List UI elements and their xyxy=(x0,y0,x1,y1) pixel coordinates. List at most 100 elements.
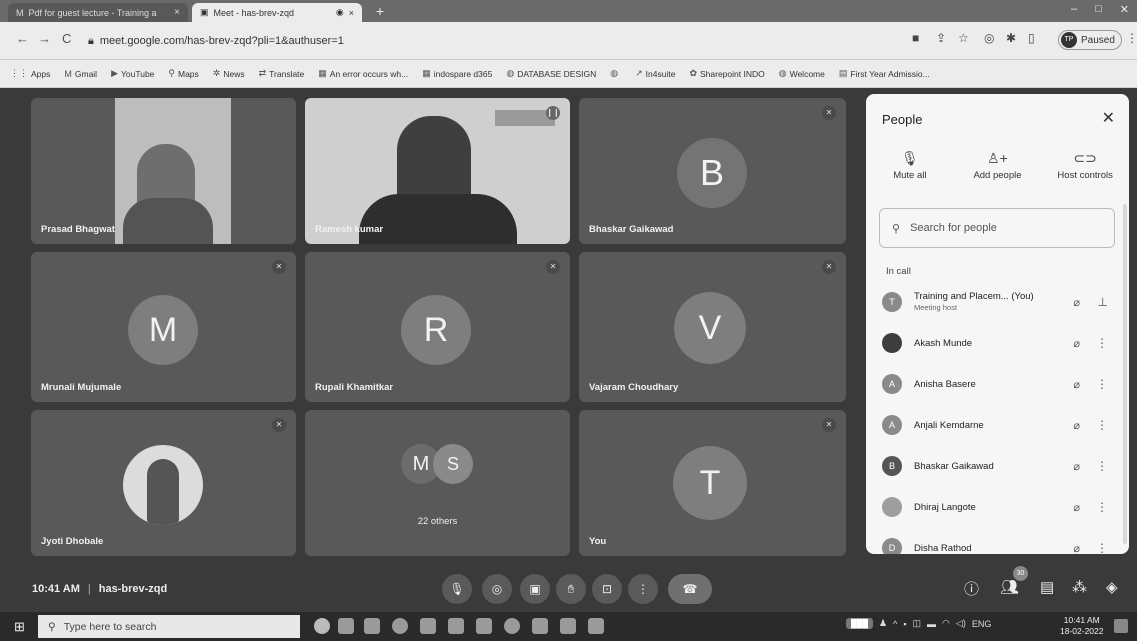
self-tile[interactable]: T ✕ You xyxy=(579,410,846,556)
participant-row[interactable]: B Bhaskar Gaikawad ⌀ ⋮ xyxy=(882,448,1114,484)
volume-icon[interactable]: ◁) xyxy=(956,618,966,629)
tray-pill[interactable]: ███ xyxy=(846,618,874,629)
onedrive-icon[interactable]: ◫ xyxy=(913,618,922,629)
edge-icon[interactable] xyxy=(392,618,408,634)
others-tile[interactable]: M S 22 others xyxy=(305,410,570,556)
star-icon[interactable]: ☆ xyxy=(958,31,969,45)
participant-tile[interactable]: ✕ Jyoti Dhobale xyxy=(31,410,296,556)
bookmark-item[interactable]: ▤ First Year Admissio... xyxy=(839,68,930,79)
bookmark-item[interactable]: M Gmail xyxy=(64,69,97,79)
participant-tile[interactable]: R ✕ Rupali Khamitkar xyxy=(305,252,570,402)
url-field[interactable]: 🔒︎ meet.google.com/has-brev-zqd?pli=1&au… xyxy=(88,30,908,52)
participant-row[interactable]: A Anisha Basere ⌀ ⋮ xyxy=(882,366,1114,402)
more-options-icon[interactable]: ⋮ xyxy=(1096,336,1108,350)
reload-icon[interactable]: C xyxy=(62,31,71,46)
bookmark-item[interactable]: ⋮⋮ Apps xyxy=(10,68,50,79)
mic-off-icon[interactable]: ⌀ xyxy=(1073,337,1080,350)
add-people-button[interactable]: ♙+ Add people xyxy=(957,150,1037,181)
mic-off-icon[interactable]: ⌀ xyxy=(1073,296,1080,309)
bookmark-item[interactable]: ◍ Welcome xyxy=(779,68,825,79)
mic-toggle-button[interactable]: 🎙︎ xyxy=(442,574,472,604)
captions-button[interactable]: ▣ xyxy=(520,574,550,604)
more-options-icon[interactable]: ⋮ xyxy=(1096,377,1108,391)
minimize-icon[interactable]: – xyxy=(1071,3,1077,16)
more-options-icon[interactable]: ⋮ xyxy=(1096,459,1108,473)
participant-tile[interactable]: V ✕ Vajaram Choudhary xyxy=(579,252,846,402)
search-people-input[interactable]: ⚲ Search for people xyxy=(879,208,1115,248)
language-indicator[interactable]: ENG xyxy=(972,619,992,629)
sidebar-icon[interactable]: ▯ xyxy=(1028,31,1035,45)
share-icon[interactable]: ⇪ xyxy=(936,31,946,45)
windows-start-icon[interactable]: ⊞ xyxy=(14,619,25,635)
chrome-icon[interactable] xyxy=(504,618,520,634)
bookmark-item[interactable]: ⇄ Translate xyxy=(259,68,305,79)
taskbar-search-input[interactable]: ⚲ Type here to search xyxy=(38,615,300,638)
host-shield-icon[interactable]: ◈ xyxy=(1106,578,1118,596)
chat-icon[interactable]: ▤ xyxy=(1040,578,1054,596)
mute-all-button[interactable]: 🎙︎ Mute all xyxy=(870,150,950,181)
participant-tile[interactable]: M ✕ Mrunali Mujumale xyxy=(31,252,296,402)
audio-icon[interactable]: ◉ xyxy=(336,7,344,18)
participant-tile[interactable]: B ✕ Bhaskar Gaikawad xyxy=(579,98,846,244)
mail-icon[interactable] xyxy=(448,618,464,634)
mic-off-icon[interactable]: ⌀ xyxy=(1073,501,1080,514)
maximize-icon[interactable]: □ xyxy=(1095,3,1102,16)
close-icon[interactable]: × xyxy=(174,7,180,18)
tab-meet[interactable]: ▣ Meet - has-brev-zqd ◉ × xyxy=(192,3,362,22)
camera-icon[interactable]: ■ xyxy=(912,31,919,45)
panel-scrollbar[interactable] xyxy=(1123,204,1127,544)
bookmark-item[interactable]: ▶ YouTube xyxy=(111,68,154,79)
puzzle-icon[interactable]: ✱ xyxy=(1006,31,1016,45)
tab-gmail[interactable]: M Pdf for guest lecture - Training a × xyxy=(8,3,188,22)
close-window-icon[interactable]: ✕ xyxy=(1120,3,1129,16)
people-tray-icon[interactable]: ♟ xyxy=(879,618,887,629)
participant-tile[interactable]: ❙❙ Ramesh kumar xyxy=(305,98,570,244)
participant-row[interactable]: T Training and Placem... (You) Meeting h… xyxy=(882,284,1114,320)
more-options-button[interactable]: ⋮ xyxy=(628,574,658,604)
bookmark-item[interactable]: ✲ News xyxy=(213,68,245,79)
word-icon[interactable] xyxy=(420,618,436,634)
bookmark-item[interactable]: ◍ DATABASE DESIGN xyxy=(506,68,596,79)
folder-icon[interactable] xyxy=(476,618,492,634)
participant-row[interactable]: Dhiraj Langote ⌀ ⋮ xyxy=(882,489,1114,525)
bookmark-item[interactable]: ▦ indospare d365 xyxy=(422,68,492,79)
mic-off-icon[interactable]: ⌀ xyxy=(1073,419,1080,432)
more-options-icon[interactable]: ⋮ xyxy=(1096,541,1108,554)
pin-icon[interactable]: ⊥ xyxy=(1098,295,1108,309)
bookmark-item[interactable]: ◍ xyxy=(610,68,621,79)
more-options-icon[interactable]: ⋮ xyxy=(1096,418,1108,432)
menu-icon[interactable]: ⋮ xyxy=(1126,31,1137,45)
back-icon[interactable]: ← xyxy=(16,31,29,46)
participant-row[interactable]: A Anjali Kemdarne ⌀ ⋮ xyxy=(882,407,1114,443)
bookmark-item[interactable]: ⚲ Maps xyxy=(168,68,198,79)
profile-button[interactable]: TP Paused xyxy=(1058,30,1122,50)
leave-call-button[interactable]: ☎︎ xyxy=(668,574,712,604)
forward-icon[interactable]: → xyxy=(38,31,51,46)
info-icon[interactable]: ⓘ xyxy=(964,578,979,599)
raise-hand-button[interactable]: ✋︎ xyxy=(556,574,586,604)
cortana-icon[interactable] xyxy=(314,618,330,634)
outlook-icon[interactable] xyxy=(364,618,380,634)
mic-off-icon[interactable]: ⌀ xyxy=(1073,460,1080,473)
notification-icon[interactable] xyxy=(1114,619,1128,633)
mic-off-icon[interactable]: ⌀ xyxy=(1073,378,1080,391)
close-icon[interactable]: ✕ xyxy=(1102,108,1115,128)
new-tab-button[interactable]: + xyxy=(372,3,388,19)
extension-icon[interactable]: ◎ xyxy=(984,31,994,45)
host-controls-button[interactable]: ⊂⊃ Host controls xyxy=(1045,150,1125,181)
teams-icon[interactable] xyxy=(560,618,576,634)
camera-toggle-button[interactable]: ◎ xyxy=(482,574,512,604)
close-icon[interactable]: × xyxy=(349,8,354,18)
present-button[interactable]: ⊡ xyxy=(592,574,622,604)
task-view-icon[interactable] xyxy=(338,618,354,634)
battery-icon[interactable]: ▬ xyxy=(927,619,936,629)
mic-off-icon[interactable]: ⌀ xyxy=(1073,542,1080,555)
bookmark-item[interactable]: ▦ An error occurs wh... xyxy=(318,68,408,79)
people-icon[interactable]: 👥︎ xyxy=(1000,578,1019,596)
wifi-icon[interactable]: ◠ xyxy=(942,618,950,629)
participant-row[interactable]: Akash Munde ⌀ ⋮ xyxy=(882,325,1114,361)
bookmark-item[interactable]: ✿ Sharepoint INDO xyxy=(689,68,764,79)
chevron-up-icon[interactable]: ^ xyxy=(893,619,897,629)
more-options-icon[interactable]: ⋮ xyxy=(1096,500,1108,514)
bookmark-item[interactable]: ↗ In4suite xyxy=(635,68,675,79)
